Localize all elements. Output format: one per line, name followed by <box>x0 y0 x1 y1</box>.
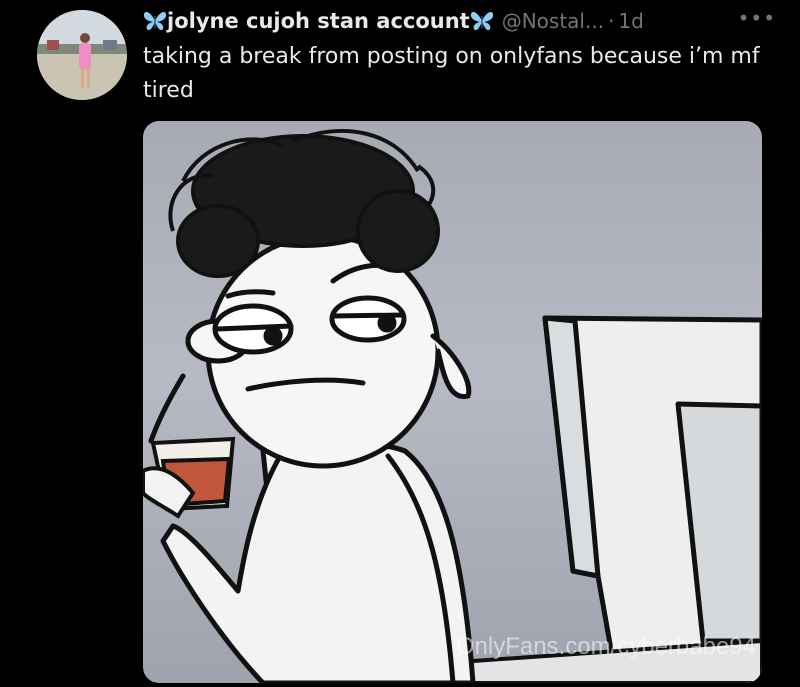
author-name[interactable]: jolyne cujoh stan account <box>143 9 494 33</box>
author-handle[interactable]: @Nostal... <box>502 9 604 33</box>
author-display-name: jolyne cujoh stan account <box>167 9 470 33</box>
separator-dot: · <box>608 9 615 33</box>
butterfly-icon <box>470 10 494 32</box>
tweet-timestamp[interactable]: 1d <box>618 9 643 33</box>
more-options-icon[interactable]: ••• <box>738 6 776 30</box>
cartoon-drawing <box>143 129 762 683</box>
media-watermark: OnlyFans.com/cyberbabe94 <box>455 633 756 660</box>
avatar[interactable] <box>37 10 127 100</box>
tweet-media[interactable]: OnlyFans.com/cyberbabe94 <box>143 121 762 683</box>
tweet-text: taking a break from posting on onlyfans … <box>143 44 760 103</box>
tweet-header: jolyne cujoh stan account @Nostal... · 1… <box>143 6 780 36</box>
butterfly-icon <box>143 10 167 32</box>
glass-drawing <box>143 436 236 519</box>
monitor-drawing <box>542 315 762 664</box>
